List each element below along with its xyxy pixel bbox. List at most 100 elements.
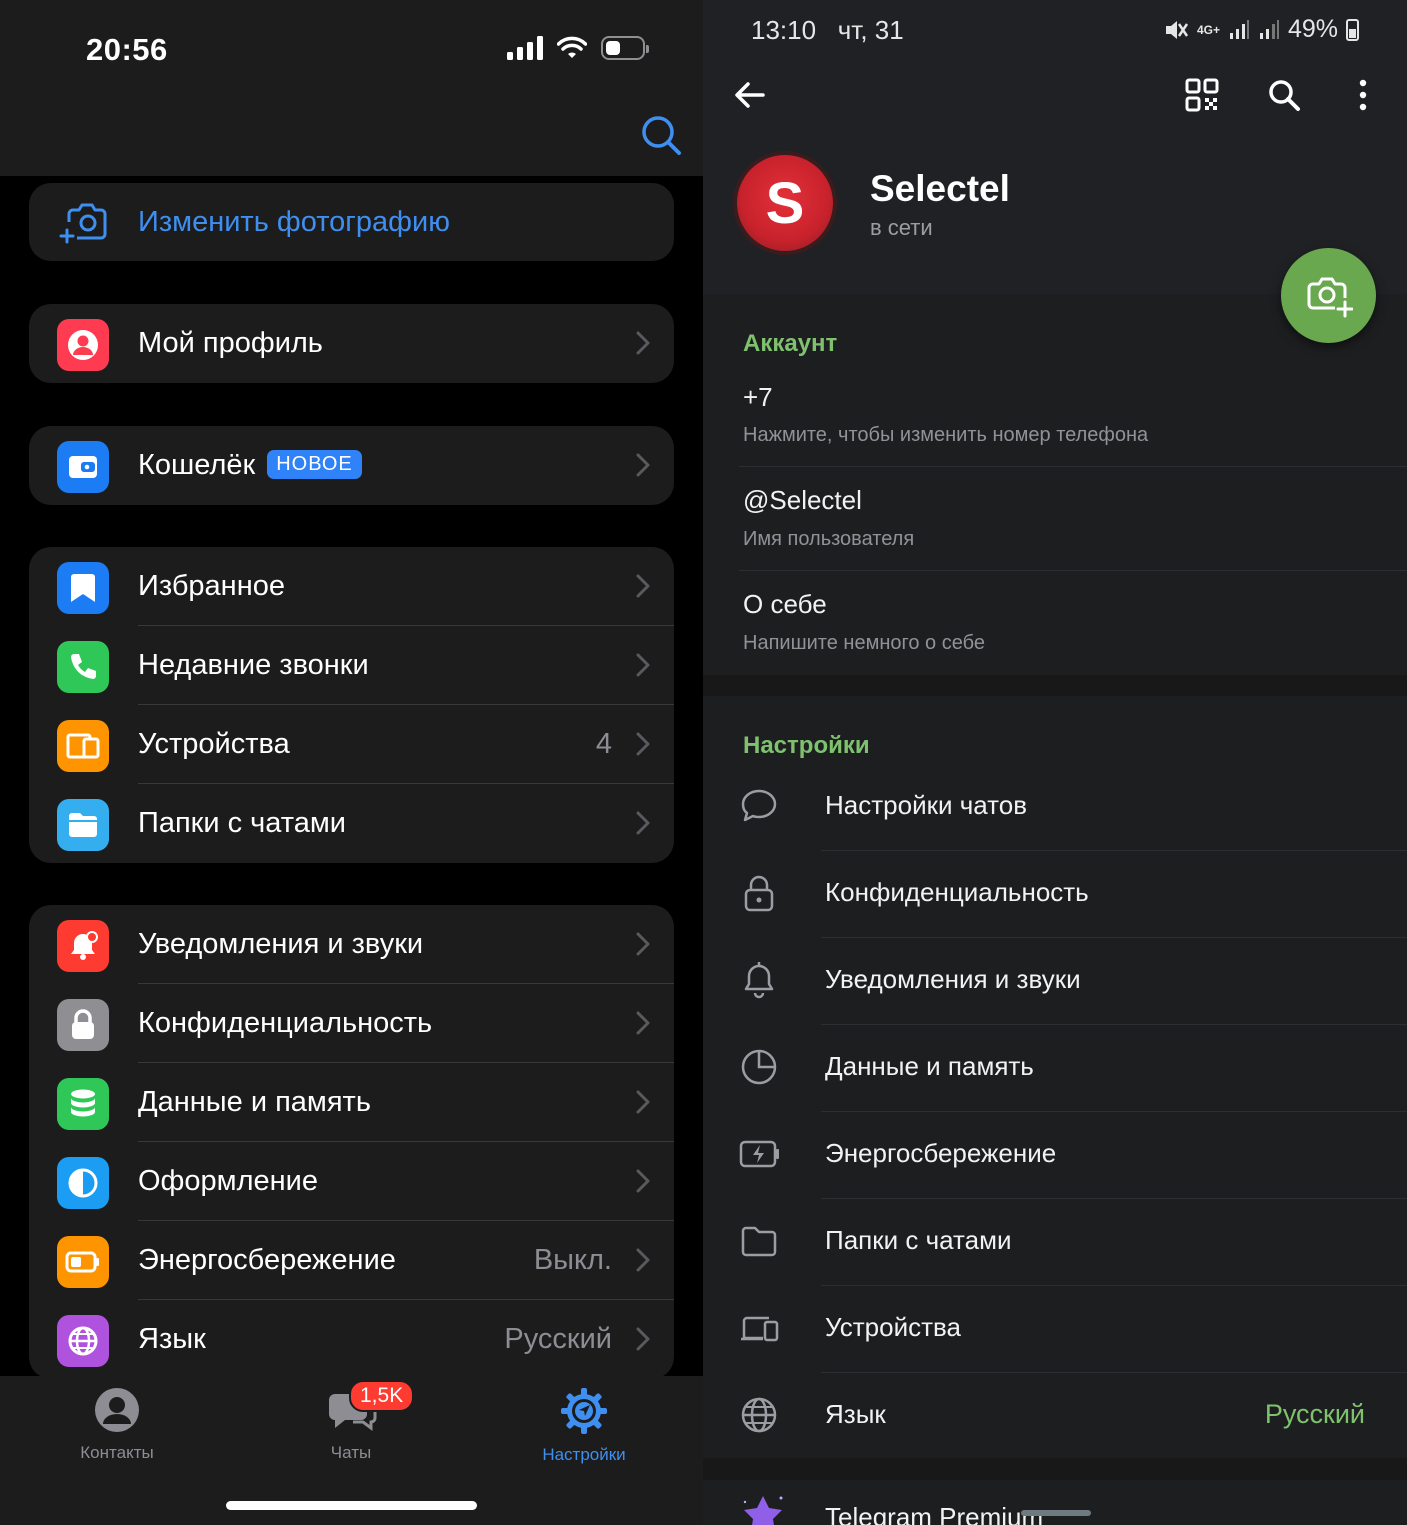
menu-item-chat-folders[interactable]: Папки с чатами	[29, 784, 674, 863]
menu-item-privacy[interactable]: Конфиденциальность	[29, 984, 674, 1063]
menu-item-power-saving[interactable]: Энергосбережение Выкл.	[29, 1221, 674, 1300]
battery-bolt-icon	[739, 1140, 779, 1168]
menu-item-appearance[interactable]: Оформление	[29, 1142, 674, 1221]
menu-item-saved[interactable]: Избранное	[29, 547, 674, 626]
change-photo-label: Изменить фотографию	[138, 205, 450, 238]
status-time: 13:10 чт, 31	[751, 15, 904, 45]
tab-label: Чаты	[330, 1443, 372, 1462]
home-indicator[interactable]	[226, 1501, 477, 1510]
battery-percent: 49%	[1287, 15, 1338, 43]
language-value: Русский	[1264, 1399, 1365, 1429]
more-vertical-icon[interactable]	[1357, 78, 1369, 112]
menu-item-recent-calls[interactable]: Недавние звонки	[29, 626, 674, 705]
set-photo-fab[interactable]	[1281, 248, 1376, 343]
menu-item-label: Недавние звонки	[138, 649, 369, 681]
settings-item-label: Язык	[825, 1399, 886, 1429]
devices-icon	[57, 720, 109, 772]
settings-item-notifications[interactable]: Уведомления и звуки	[703, 938, 1407, 1024]
change-photo-button[interactable]: Изменить фотографию	[29, 183, 674, 261]
profile-header: 13:10 чт, 31 4G+ 49% S Selectel в сети	[703, 0, 1407, 294]
lock-icon	[744, 875, 774, 912]
settings-item-label: Папки с чатами	[825, 1225, 1012, 1255]
menu-item-label: Уведомления и звуки	[138, 928, 424, 960]
devices-count: 4	[595, 728, 612, 760]
chevron-right-icon	[636, 453, 650, 477]
tab-contacts[interactable]: Контакты	[37, 1386, 197, 1463]
username-hint: Имя пользователя	[743, 528, 915, 550]
lock-icon	[57, 999, 109, 1051]
new-badge: НОВОЕ	[267, 450, 362, 479]
camera-add-icon	[1307, 277, 1353, 317]
folder-icon	[57, 799, 109, 851]
chevron-right-icon	[636, 1090, 650, 1114]
menu-item-my-profile[interactable]: Мой профиль	[29, 304, 674, 383]
star-icon	[743, 1496, 783, 1525]
settings-item-devices[interactable]: Устройства	[703, 1286, 1407, 1372]
settings-item-privacy[interactable]: Конфиденциальность	[703, 851, 1407, 937]
profile-group: Мой профиль	[29, 304, 674, 383]
settings-item-data[interactable]: Данные и память	[703, 1025, 1407, 1111]
menu-item-label: Избранное	[138, 570, 285, 602]
database-icon	[57, 1078, 109, 1130]
menu-item-devices[interactable]: Устройства 4	[29, 705, 674, 784]
settings-item-folders[interactable]: Папки с чатами	[703, 1199, 1407, 1285]
menu-item-label: Конфиденциальность	[138, 1007, 433, 1039]
tab-chats[interactable]: 1,5K Чаты	[271, 1380, 431, 1463]
chevron-right-icon	[636, 653, 650, 677]
globe-icon	[57, 1315, 109, 1367]
back-arrow-icon[interactable]	[733, 78, 767, 112]
settings-item-language[interactable]: Язык Русский	[703, 1373, 1407, 1459]
cellular-signal-icon	[507, 36, 543, 60]
menu-item-language[interactable]: Язык Русский	[29, 1300, 674, 1379]
menu-item-label: Оформление	[138, 1165, 319, 1197]
menu-item-label: Язык	[138, 1323, 206, 1355]
search-icon[interactable]	[1267, 78, 1301, 112]
qr-code-icon[interactable]	[1185, 78, 1219, 112]
settings-item-label: Энергосбережение	[825, 1138, 1057, 1168]
bio-item[interactable]: О себе Напишите немного о себе	[703, 571, 1407, 675]
menu-item-data-storage[interactable]: Данные и память	[29, 1063, 674, 1142]
wallet-group: Кошелёк НОВОЕ	[29, 426, 674, 505]
settings-item-label: Конфиденциальность	[825, 877, 1089, 907]
person-circle-icon	[95, 1388, 139, 1432]
power-saving-value: Выкл.	[533, 1244, 612, 1276]
network-type: 4G+	[1196, 22, 1220, 37]
tab-settings[interactable]: Настройки	[504, 1386, 664, 1465]
menu-item-label: Кошелёк НОВОЕ	[138, 449, 362, 482]
search-icon[interactable]	[640, 114, 682, 156]
chevron-right-icon	[636, 932, 650, 956]
chevron-right-icon	[636, 732, 650, 756]
main-group: Избранное Недавние звонки Устройства 4 П…	[29, 547, 674, 863]
avatar[interactable]: S	[737, 155, 833, 251]
settings-item-chat[interactable]: Настройки чатов	[703, 764, 1407, 850]
bio: О себе	[743, 589, 827, 619]
half-circle-icon	[57, 1157, 109, 1209]
phone-item[interactable]: +7 Нажмите, чтобы изменить номер телефон…	[703, 364, 1407, 466]
settings-item-label: Устройства	[825, 1312, 962, 1342]
bell-icon	[57, 920, 109, 972]
menu-item-label: Энергосбережение	[138, 1244, 396, 1276]
menu-item-wallet[interactable]: Кошелёк НОВОЕ	[29, 426, 674, 505]
avatar-letter: S	[765, 170, 805, 236]
devices-icon	[741, 1316, 779, 1342]
ios-settings-screen: 20:56 Изменить фотографию Мой профиль Ко…	[0, 0, 703, 1525]
chevron-right-icon	[636, 1327, 650, 1351]
battery-icon	[601, 36, 649, 60]
scroll-indicator	[1021, 1510, 1091, 1516]
bio-hint: Напишите немного о себе	[743, 632, 985, 654]
username-item[interactable]: @Selectel Имя пользователя	[703, 467, 1407, 570]
phone-hint: Нажмите, чтобы изменить номер телефона	[743, 424, 1149, 446]
camera-add-icon	[59, 203, 107, 244]
menu-item-label: Данные и память	[138, 1086, 371, 1118]
menu-item-notifications[interactable]: Уведомления и звуки	[29, 905, 674, 984]
tab-label: Настройки	[542, 1445, 626, 1464]
username: @Selectel	[743, 485, 862, 515]
menu-item-label: Папки с чатами	[138, 807, 346, 839]
signal-icon-2	[1259, 19, 1279, 39]
chevron-right-icon	[636, 574, 650, 598]
premium-section[interactable]	[703, 1480, 1407, 1525]
chevron-right-icon	[636, 331, 650, 355]
status-icons: 4G+ 49%	[1163, 15, 1359, 44]
battery-icon	[1346, 18, 1359, 41]
settings-item-power[interactable]: Энергосбережение	[703, 1112, 1407, 1198]
